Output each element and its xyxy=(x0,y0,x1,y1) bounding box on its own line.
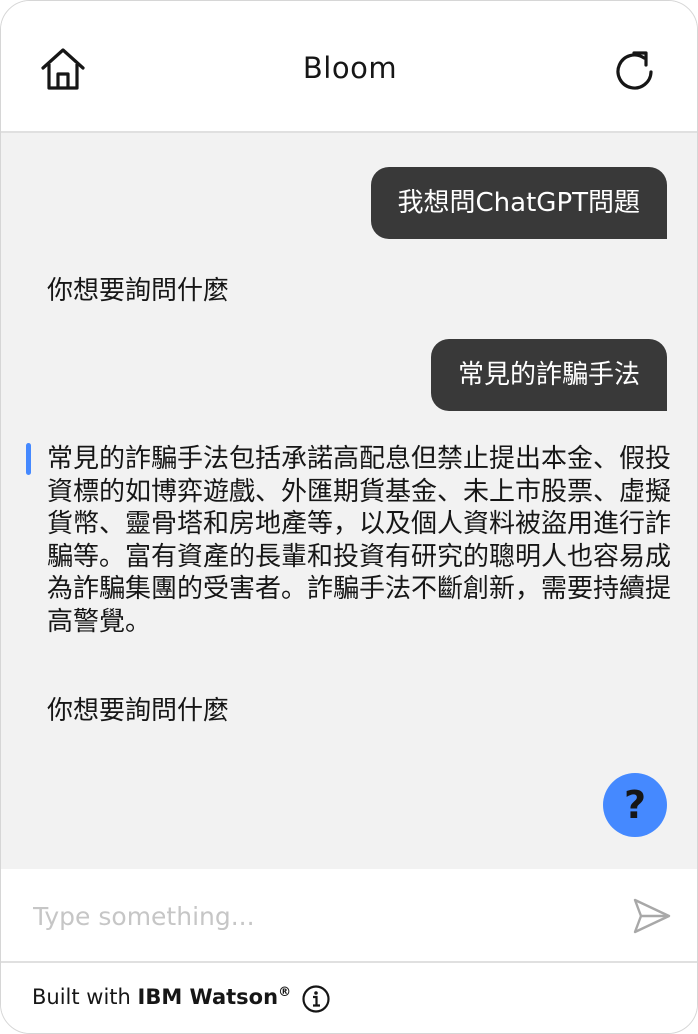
bot-message: 你想要詢問什麼 xyxy=(47,276,230,306)
header: Bloom xyxy=(1,1,697,133)
bot-message-accent-bar xyxy=(26,443,31,475)
footer: Built with IBM Watson® xyxy=(1,963,697,1033)
info-button[interactable] xyxy=(301,984,331,1014)
restart-icon xyxy=(616,51,653,90)
bot-message: 常見的詐騙手法包括承諾高配息但禁止提出本金、假投資標的如博弈遊戲、外匯期貨基金、… xyxy=(47,444,672,637)
message-input-bar xyxy=(1,869,697,963)
built-with-prefix: Built with xyxy=(32,985,138,1009)
app-title: Bloom xyxy=(302,51,398,85)
bot-message: 你想要詢問什麼 xyxy=(47,696,230,726)
brand-name: IBM Watson xyxy=(137,985,279,1009)
chat-history: 我想問ChatGPT問題 你想要詢問什麼 常見的詐騙手法 常見的詐騙手法包括承諾… xyxy=(1,133,697,869)
message-input[interactable] xyxy=(33,891,593,941)
chat-widget: Bloom 我想問ChatGPT問題 你想要詢問什麼 常見的詐騙手法 常見的詐騙… xyxy=(0,0,698,1034)
built-with-label: Built with IBM Watson® xyxy=(32,985,291,1009)
send-icon xyxy=(633,898,671,934)
info-icon xyxy=(302,985,330,1013)
help-button[interactable]: ? xyxy=(603,773,667,837)
restart-button[interactable] xyxy=(613,47,657,93)
registered-mark: ® xyxy=(278,985,292,1000)
user-message: 我想問ChatGPT問題 xyxy=(370,167,667,239)
send-button[interactable] xyxy=(631,895,673,937)
user-message: 常見的詐騙手法 xyxy=(430,339,667,411)
